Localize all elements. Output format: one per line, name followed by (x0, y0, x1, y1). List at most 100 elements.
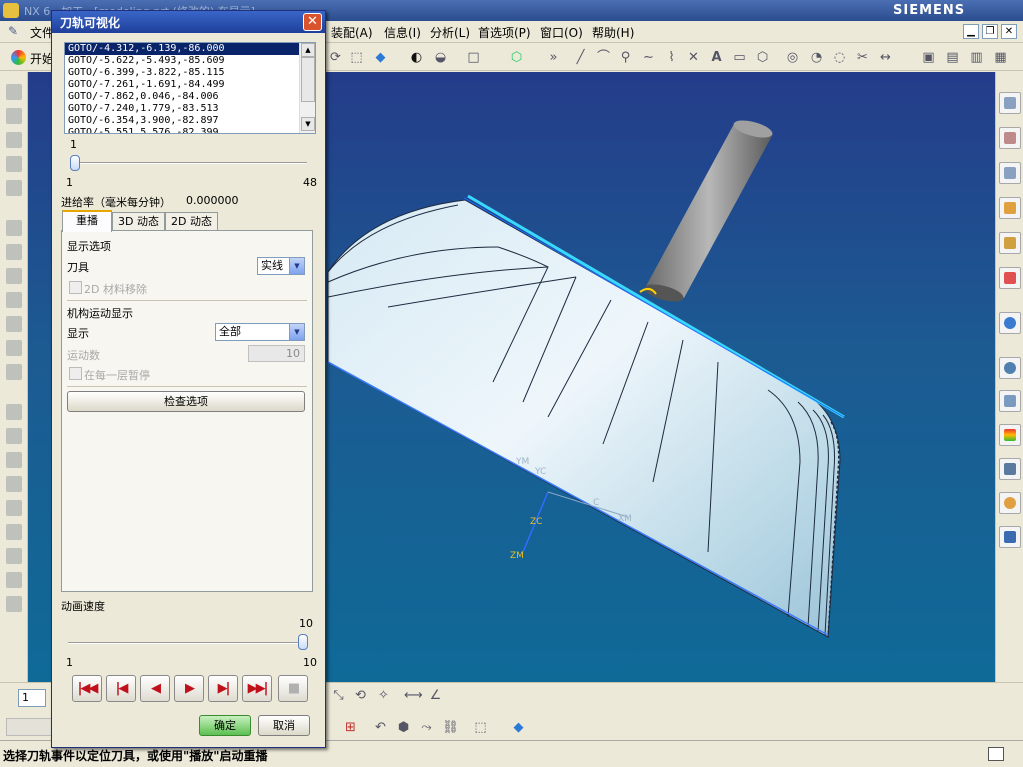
dialog-close-button[interactable]: ✕ (303, 13, 322, 31)
tab-2d-dynamic[interactable]: 2D 动态 (165, 212, 218, 231)
play-reverse-button[interactable]: ◀ (140, 675, 170, 702)
tab-3d-dynamic[interactable]: 3D 动态 (112, 212, 165, 231)
solid-icon[interactable]: ⬢ (395, 719, 412, 736)
chain-icon[interactable]: ⛓ (442, 719, 459, 736)
menu-preferences[interactable]: 首选项(P) (478, 24, 531, 41)
event-slider-thumb[interactable] (70, 155, 80, 171)
left-tool-icon[interactable] (6, 316, 22, 332)
list-item[interactable]: GOTO/-4.312,-6.139,-86.000 (65, 43, 300, 56)
shading-icon[interactable]: ◐ (408, 49, 425, 66)
offset-icon[interactable]: ◌ (831, 49, 848, 66)
pause-each-layer-checkbox[interactable] (69, 367, 82, 380)
list-item[interactable]: GOTO/-5.622,-5.493,-85.609 (65, 55, 299, 67)
step-back-button[interactable]: |◀ (106, 675, 136, 702)
box-select-icon[interactable]: ⬚ (472, 719, 489, 736)
cancel-button[interactable]: 取消 (258, 715, 310, 736)
layer-input-box[interactable] (6, 718, 56, 736)
left-tool-icon[interactable] (6, 268, 22, 284)
rotate-icon[interactable]: ⟲ (352, 687, 369, 704)
check-options-button[interactable]: 检查选项 (67, 391, 305, 412)
part-navigator-icon[interactable] (999, 162, 1021, 184)
zoom-icon[interactable]: ⬚ (348, 49, 365, 66)
list-item[interactable]: GOTO/-7.261,-1.691,-84.499 (65, 79, 299, 91)
line-icon[interactable]: ╱ (572, 49, 589, 66)
left-tool-icon[interactable] (6, 452, 22, 468)
scroll-down-arrow[interactable]: ▼ (301, 117, 315, 131)
spline-icon[interactable]: ∼ (640, 49, 657, 66)
minimize-button[interactable]: ▁ (963, 24, 979, 39)
list-item[interactable]: GOTO/-7.240,1.779,-83.513 (65, 103, 299, 115)
left-tool-icon[interactable] (6, 548, 22, 564)
fit-window-icon[interactable] (988, 747, 1004, 761)
history-icon[interactable] (999, 312, 1021, 334)
menu-help[interactable]: 帮助(H) (592, 24, 634, 41)
left-tool-icon[interactable] (6, 572, 22, 588)
constraint-navigator-icon[interactable] (999, 127, 1021, 149)
left-tool-icon[interactable] (6, 524, 22, 540)
measure-distance-icon[interactable]: ⟷ (404, 687, 423, 704)
background-color-icon[interactable]: □ (465, 49, 482, 66)
polygon-icon[interactable]: ⬡ (754, 49, 771, 66)
left-tool-icon[interactable] (6, 500, 22, 516)
ok-button[interactable]: 确定 (199, 715, 251, 736)
intersect-curve-icon[interactable]: ✕ (685, 49, 702, 66)
speed-slider-track[interactable] (68, 642, 306, 644)
render-style-icon[interactable]: ◒ (432, 49, 449, 66)
arc-icon[interactable]: ⌒ (595, 49, 612, 66)
left-tool-icon[interactable] (6, 428, 22, 444)
event-slider-track[interactable] (70, 162, 307, 164)
snap-icon[interactable]: ✧ (375, 687, 392, 704)
assembly-tool2-icon[interactable]: ▤ (944, 49, 961, 66)
restore-button[interactable]: ❐ (982, 24, 998, 39)
scroll-up-arrow[interactable]: ▲ (301, 43, 315, 57)
curve-icon[interactable]: ⌇ (663, 49, 680, 66)
left-tool-icon[interactable] (6, 292, 22, 308)
circle-icon[interactable]: ◎ (784, 49, 801, 66)
left-tool-icon[interactable] (6, 476, 22, 492)
point-icon[interactable]: ⚲ (617, 49, 634, 66)
list-item[interactable]: GOTO/-6.399,-3.822,-85.115 (65, 67, 299, 79)
left-tool-icon[interactable] (6, 364, 22, 380)
motion-display-select[interactable]: 全部 ▼ (215, 323, 305, 341)
tools-icon[interactable] (999, 458, 1021, 480)
undo-icon[interactable]: ↶ (372, 719, 389, 736)
list-item[interactable]: GOTO/-5.551,5.576,-82.399 (65, 127, 299, 133)
reuse-library-icon[interactable] (999, 197, 1021, 219)
document-icon[interactable] (999, 390, 1021, 412)
left-tool-icon[interactable] (6, 244, 22, 260)
left-tool-icon[interactable] (6, 220, 22, 236)
sweep-icon[interactable]: ⤳ (418, 719, 435, 736)
rectangle-icon[interactable]: ▭ (731, 49, 748, 66)
left-tool-icon[interactable] (6, 84, 22, 100)
list-scrollbar[interactable]: ▲ ▼ (299, 43, 315, 133)
goto-list[interactable]: GOTO/-4.312,-6.139,-86.000 GOTO/-5.622,-5… (64, 42, 316, 134)
text-icon[interactable]: A (708, 49, 725, 66)
rewind-to-start-button[interactable]: |◀◀ (72, 675, 102, 702)
assembly-tool4-icon[interactable]: ▦ (992, 49, 1009, 66)
menu-icon[interactable]: ✎ (8, 24, 24, 40)
left-tool-icon[interactable] (6, 596, 22, 612)
roles-icon[interactable] (999, 492, 1021, 514)
play-button[interactable]: ▶ (174, 675, 204, 702)
menu-analysis[interactable]: 分析(L) (430, 24, 470, 41)
left-tool-icon[interactable] (6, 108, 22, 124)
close-window-button[interactable]: ✕ (1001, 24, 1017, 39)
trim-icon[interactable]: ✂ (854, 49, 871, 66)
toolbar-overflow-icon[interactable]: » (545, 49, 562, 66)
fast-forward-to-end-button[interactable]: ▶▶| (242, 675, 272, 702)
cube-icon[interactable]: ◆ (510, 719, 527, 736)
speed-slider-thumb[interactable] (298, 634, 308, 650)
assembly-navigator-icon[interactable] (999, 92, 1021, 114)
material-removal-checkbox[interactable] (69, 281, 82, 294)
scroll-thumb[interactable] (301, 57, 315, 102)
motion-count-field[interactable]: 10 (248, 345, 305, 362)
left-tool-icon[interactable] (6, 180, 22, 196)
list-item[interactable]: GOTO/-7.862,0.046,-84.006 (65, 91, 299, 103)
left-tool-icon[interactable] (6, 132, 22, 148)
web-browser-icon[interactable] (999, 267, 1021, 289)
system-scene-icon[interactable] (999, 526, 1021, 548)
fillet-icon[interactable]: ◔ (808, 49, 825, 66)
extend-icon[interactable]: ↔ (877, 49, 894, 66)
left-tool-icon[interactable] (6, 404, 22, 420)
left-tool-icon[interactable] (6, 340, 22, 356)
